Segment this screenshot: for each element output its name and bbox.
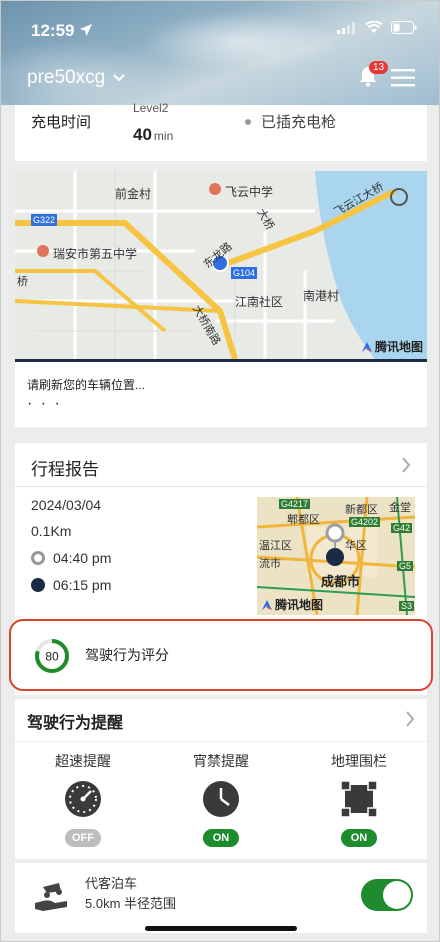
tencent-map-logo-icon bbox=[361, 341, 372, 352]
trip-end-time: 06:15 pm bbox=[53, 577, 112, 593]
map-label: G322 bbox=[33, 215, 56, 225]
trip-mini-map[interactable]: G4217 新都区 郫都区 G4202 华区 温江区 成都市 G42 G5 S3… bbox=[257, 497, 415, 615]
trip-report-header[interactable]: 行程报告 bbox=[15, 443, 427, 487]
map-label: 桥 bbox=[17, 276, 28, 288]
mini-map-label: S3 bbox=[399, 601, 415, 611]
plug-status-text: 已插充电枪 bbox=[261, 114, 337, 131]
alert-geofence[interactable]: 地理围栏 ON bbox=[299, 751, 419, 847]
charge-time-value: 40 min bbox=[133, 125, 174, 144]
svg-text:80: 80 bbox=[45, 650, 59, 664]
map-label: 南港村 bbox=[303, 289, 340, 303]
trip-end: 06:15 pm bbox=[31, 577, 111, 593]
valet-toggle[interactable] bbox=[361, 879, 413, 911]
mini-map-label: 华区 bbox=[345, 540, 367, 552]
map-label: 江南社区 bbox=[235, 295, 284, 309]
toggle-knob bbox=[383, 881, 411, 909]
wifi-icon bbox=[365, 21, 383, 33]
mini-map-label: 温江区 bbox=[259, 540, 292, 552]
score-ring: 80 bbox=[35, 639, 69, 673]
driving-alerts-card: 驾驶行为提醒 超速提醒 OFF 宵禁提醒 ON 地理围栏 ON bbox=[15, 699, 427, 859]
status-icons bbox=[337, 21, 417, 34]
map-label: 瑞安市第五中学 bbox=[53, 247, 138, 261]
trip-report-title: 行程报告 bbox=[31, 460, 99, 479]
status-time: 12:59 bbox=[31, 21, 93, 41]
vehicle-selector[interactable]: pre50xcg bbox=[27, 67, 125, 89]
mini-map-label: 新都区 bbox=[345, 504, 378, 516]
clock-icon bbox=[203, 781, 239, 817]
map-label: G104 bbox=[233, 268, 256, 278]
map-brand: 腾讯地图 bbox=[361, 338, 423, 355]
end-point-icon bbox=[31, 578, 45, 592]
sky-cloud bbox=[141, 11, 341, 71]
chevron-right-icon bbox=[402, 457, 411, 473]
app-screen: 12:59 pre50xcg 13 充电时间 Level2 40 min 已插充… bbox=[0, 0, 440, 942]
map-label: 飞云中学 bbox=[225, 185, 274, 199]
mini-map-label: 流市 bbox=[259, 558, 281, 570]
trip-date: 2024/03/04 bbox=[31, 497, 102, 513]
geofence-icon bbox=[340, 780, 378, 818]
plug-status-dot bbox=[245, 119, 251, 125]
battery-icon bbox=[391, 21, 417, 34]
valet-parking-icon bbox=[35, 883, 67, 911]
alert-label: 地理围栏 bbox=[331, 753, 387, 769]
home-indicator[interactable] bbox=[145, 926, 297, 931]
hamburger-menu-icon[interactable] bbox=[391, 68, 417, 88]
speeding-status-pill[interactable]: OFF bbox=[65, 829, 101, 847]
signal-icon bbox=[337, 21, 355, 34]
mini-map-label: G42 bbox=[391, 523, 413, 533]
valet-radius: 5.0km 半径范围 bbox=[85, 896, 177, 911]
charge-card: 充电时间 Level2 40 min 已插充电枪 bbox=[15, 101, 427, 161]
charge-time-label: 充电时间 bbox=[31, 114, 92, 131]
mini-map-label: G4217 bbox=[279, 499, 311, 509]
trip-start: 04:40 pm bbox=[31, 550, 111, 566]
trip-start-time: 04:40 pm bbox=[53, 550, 112, 566]
driving-score-row[interactable]: 80 驾驶行为评分 bbox=[9, 619, 433, 691]
mini-map-label: 成都市 bbox=[321, 574, 361, 589]
mini-map-brand: 腾讯地图 bbox=[261, 596, 323, 613]
mini-map-label: 郫都区 bbox=[287, 514, 320, 526]
chevron-right-icon[interactable] bbox=[405, 711, 415, 727]
alert-speeding[interactable]: 超速提醒 OFF bbox=[23, 751, 143, 847]
header: 12:59 pre50xcg 13 bbox=[1, 1, 439, 105]
mini-map-label: 金堂 bbox=[389, 502, 411, 514]
map-divider bbox=[15, 359, 427, 362]
more-dots: · · · bbox=[27, 395, 62, 412]
trip-distance: 0.1Km bbox=[31, 523, 72, 539]
valet-parking-card: 代客泊车 5.0km 半径范围 bbox=[15, 863, 427, 933]
notification-badge: 13 bbox=[369, 61, 389, 74]
valet-title: 代客泊车 bbox=[85, 876, 138, 891]
speedometer-icon bbox=[65, 781, 101, 817]
refresh-location-text[interactable]: 请刷新您的车辆位置... bbox=[27, 376, 145, 393]
vehicle-map-card: 前金村 飞云中学 飞云江大桥 G322 大桥 瑞安市第五中学 东龙路 G104 … bbox=[15, 171, 427, 427]
mini-map-label: G5 bbox=[397, 561, 414, 571]
mini-map-label: G4202 bbox=[349, 517, 381, 527]
chevron-down-icon bbox=[113, 74, 125, 82]
driving-alerts-title: 驾驶行为提醒 bbox=[27, 715, 124, 732]
divider bbox=[15, 741, 427, 742]
driving-score-label: 驾驶行为评分 bbox=[85, 647, 169, 663]
map-label: 前金村 bbox=[115, 187, 152, 201]
start-point-icon bbox=[31, 551, 45, 565]
alert-label: 超速提醒 bbox=[55, 753, 111, 769]
charge-level: Level2 bbox=[133, 101, 169, 115]
vehicle-name: pre50xcg bbox=[27, 67, 106, 88]
alert-label: 宵禁提醒 bbox=[193, 753, 249, 769]
tencent-map-logo-icon bbox=[262, 599, 272, 610]
location-arrow-icon bbox=[80, 24, 93, 36]
alert-curfew[interactable]: 宵禁提醒 ON bbox=[161, 751, 281, 847]
curfew-status-pill[interactable]: ON bbox=[203, 829, 239, 847]
vehicle-map[interactable]: 前金村 飞云中学 飞云江大桥 G322 大桥 瑞安市第五中学 东龙路 G104 … bbox=[15, 171, 427, 359]
geofence-status-pill[interactable]: ON bbox=[341, 829, 377, 847]
